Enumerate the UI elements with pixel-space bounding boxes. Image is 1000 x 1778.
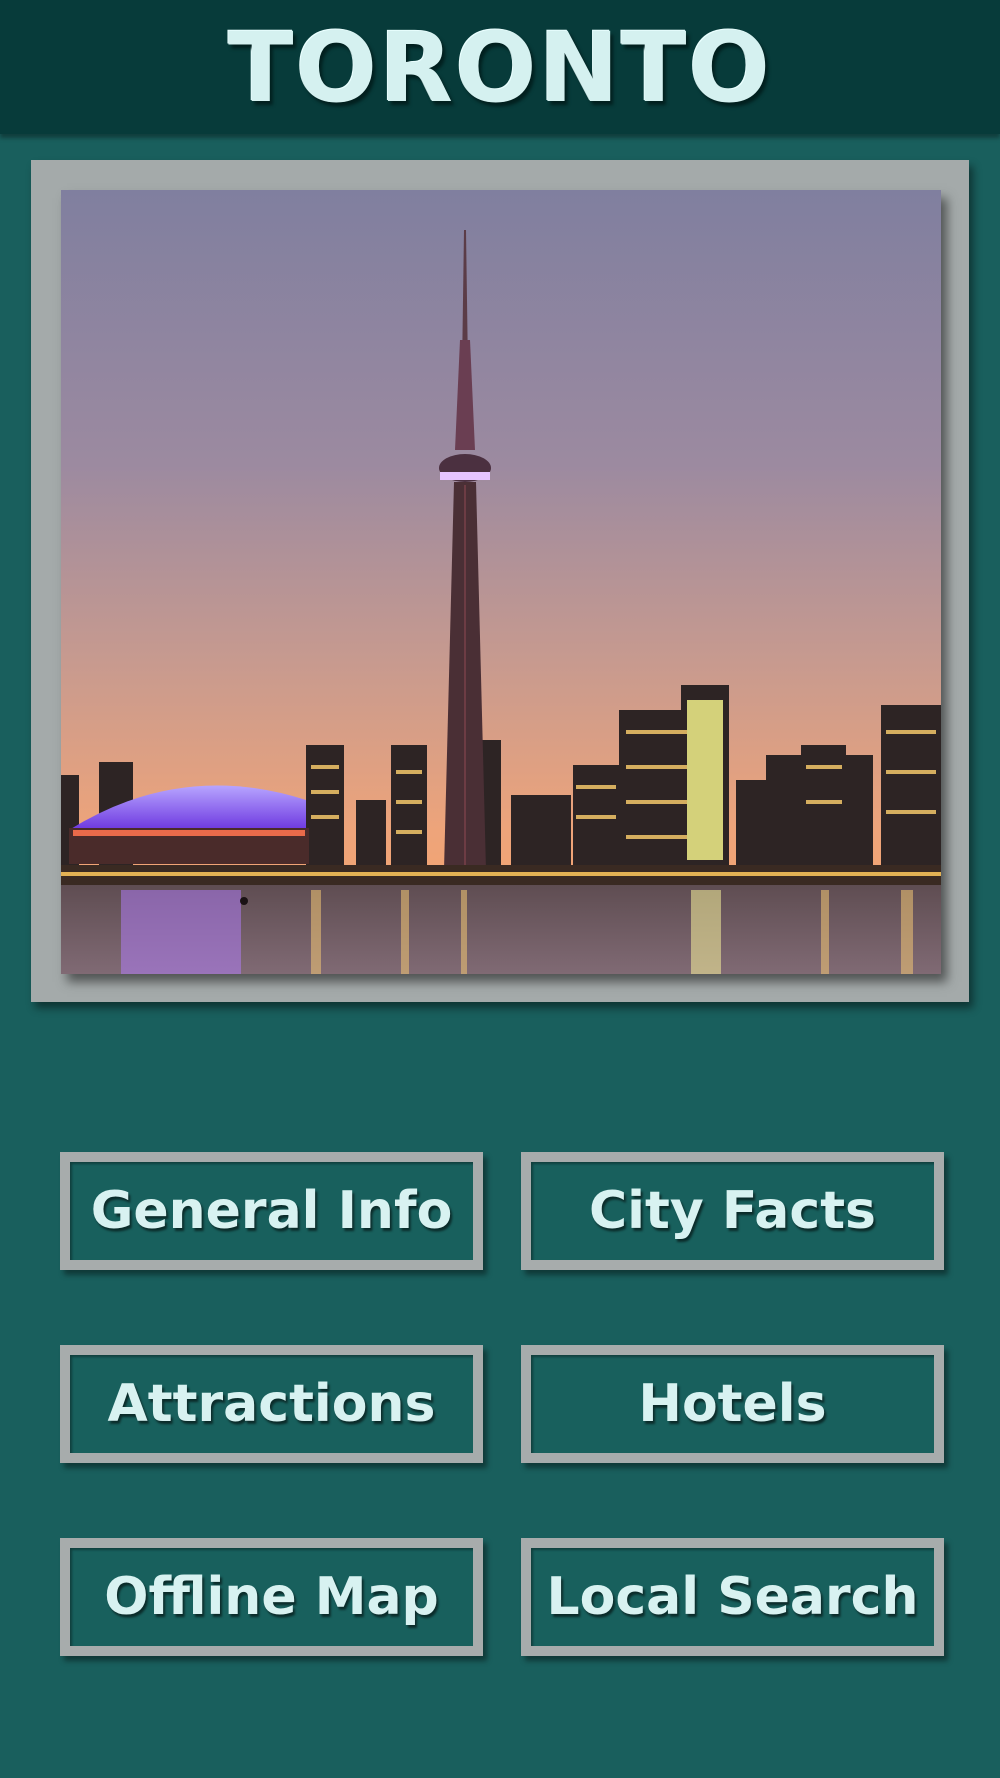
city-facts-label: City Facts	[588, 1181, 877, 1241]
app-header: TORONTO	[0, 0, 1000, 134]
city-facts-button[interactable]: City Facts	[521, 1152, 944, 1270]
app-title: TORONTO	[227, 12, 773, 124]
general-info-button[interactable]: General Info	[60, 1152, 483, 1270]
hero-photo-frame	[31, 160, 969, 1002]
offline-map-button[interactable]: Offline Map	[60, 1538, 483, 1656]
local-search-label: Local Search	[546, 1567, 919, 1627]
local-search-button[interactable]: Local Search	[521, 1538, 944, 1656]
hotels-button[interactable]: Hotels	[521, 1345, 944, 1463]
hotels-label: Hotels	[638, 1374, 827, 1434]
attractions-label: Attractions	[107, 1374, 436, 1434]
offline-map-label: Offline Map	[104, 1567, 439, 1627]
general-info-label: General Info	[90, 1181, 453, 1241]
hero-photo	[61, 190, 941, 974]
attractions-button[interactable]: Attractions	[60, 1345, 483, 1463]
